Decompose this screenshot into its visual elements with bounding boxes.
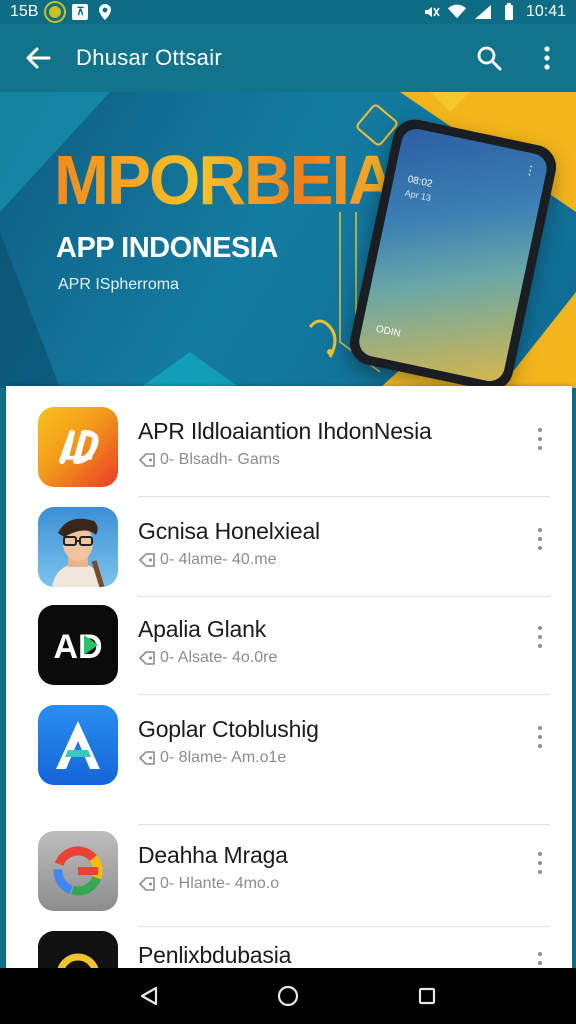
app-meta: 0- Hlante- 4mo.o [138, 875, 288, 893]
phone-bottom-text: ODIN [374, 323, 402, 340]
home-circle-icon [277, 985, 299, 1007]
item-more-button[interactable] [534, 852, 546, 874]
phone-time: 08:02 [406, 174, 434, 191]
app-meta: 0- Alsate- 4o.0re [138, 649, 277, 667]
app-meta-text: 0- Hlante- 4mo.o [160, 875, 280, 892]
mute-icon [422, 3, 440, 21]
app-texts: Penlixbdubasia [138, 942, 291, 968]
app-texts: Gcnisa Honelxieal 0- 4lame- 40.me [138, 518, 320, 569]
app-name: Gcnisa Honelxieal [138, 518, 320, 544]
app-name: Goplar Ctoblushig [138, 716, 319, 742]
overflow-menu-button[interactable] [518, 24, 576, 92]
search-button[interactable] [460, 24, 518, 92]
app-texts: Goplar Ctoblushig 0- 8lame- Am.o1e [138, 716, 319, 767]
app-meta-text: 0- Alsate- 4o.0re [160, 649, 278, 666]
app-icon-apr: ꟺ [38, 407, 118, 487]
more-vert-icon [544, 46, 550, 70]
phone-date: Apr 13 [403, 187, 432, 204]
banner-subtitle: APP INDONESIA [56, 232, 278, 264]
list-item[interactable]: Deahha Mraga 0- Hlante- 4mo.o [6, 810, 572, 911]
tag-icon [138, 751, 155, 765]
recents-square-icon [418, 987, 435, 1005]
search-icon [477, 46, 502, 71]
app-texts: APR Ildloaiantion IhdonNesia 0- Blsadh- … [138, 418, 432, 469]
app-name: Deahha Mraga [138, 842, 288, 868]
arrow-back-icon [26, 47, 51, 69]
promo-banner[interactable]: MPORBEIA! APP INDONESIA APR ISpherroma ⋮… [0, 92, 576, 388]
wifi-icon [447, 3, 466, 21]
list-item[interactable]: AD Apalia Glank 0- Alsate- 4o.0re [6, 584, 572, 685]
status-time-right: 10:41 [525, 3, 566, 20]
status-right: 10:41 [422, 3, 566, 21]
item-more-button[interactable] [534, 428, 546, 450]
app-notification-icon: ⊼ [72, 4, 89, 20]
list-item[interactable]: ꟺ APR Ildloaiantion IhdonNesia 0- Blsadh… [6, 386, 572, 487]
back-button[interactable] [0, 24, 76, 92]
app-bar: Dhusar Ottsair [0, 24, 576, 92]
location-icon [96, 3, 114, 21]
app-bar-title: Dhusar Ottsair [76, 45, 223, 70]
banner-caption: APR ISpherroma [58, 276, 179, 293]
notification-icon [46, 3, 65, 21]
system-nav-bar [0, 968, 576, 1024]
tag-icon [138, 453, 155, 467]
app-list: ꟺ APR Ildloaiantion IhdonNesia 0- Blsadh… [6, 386, 572, 968]
signal-icon [474, 3, 492, 21]
tag-icon [138, 651, 155, 665]
app-texts: Apalia Glank 0- Alsate- 4o.0re [138, 616, 277, 667]
app-meta: 0- 8lame- Am.o1e [138, 749, 319, 767]
app-name: APR Ildloaiantion IhdonNesia [138, 418, 432, 444]
app-icon-gcnisa [38, 507, 118, 587]
item-more-button[interactable] [534, 726, 546, 748]
nav-home-button[interactable] [260, 968, 316, 1024]
phone-menu-icon: ⋮ [522, 162, 538, 179]
app-name: Apalia Glank [138, 616, 267, 642]
item-more-button[interactable] [534, 952, 546, 968]
app-texts: Deahha Mraga 0- Hlante- 4mo.o [138, 842, 288, 893]
list-item[interactable]: Penlixbdubasia [6, 910, 572, 968]
status-left: 15B ⊼ [10, 3, 114, 21]
tag-icon [138, 553, 155, 567]
app-meta: 0- 4lame- 40.me [138, 551, 320, 569]
app-meta-text: 0- 8lame- Am.o1e [160, 749, 287, 766]
list-item[interactable]: Goplar Ctoblushig 0- 8lame- Am.o1e [6, 684, 572, 785]
app-icon-deahha [38, 831, 118, 911]
app-meta-text: 0- 4lame- 40.me [160, 551, 277, 568]
item-more-button[interactable] [534, 626, 546, 648]
status-time-left: 15B [10, 3, 39, 20]
nav-back-button[interactable] [121, 968, 177, 1024]
app-icon-goplar [38, 705, 118, 785]
nav-recents-button[interactable] [399, 968, 455, 1024]
app-icon-apalia: AD [38, 605, 118, 685]
app-meta: 0- Blsadh- Gams [138, 451, 432, 469]
battery-icon [500, 3, 518, 21]
app-name: Penlixbdubasia [138, 942, 292, 968]
app-meta-text: 0- Blsadh- Gams [160, 451, 281, 468]
tag-icon [138, 877, 155, 891]
item-more-button[interactable] [534, 528, 546, 550]
list-item[interactable]: Gcnisa Honelxieal 0- 4lame- 40.me [6, 486, 572, 587]
app-icon-penlix [38, 931, 118, 968]
status-bar: 15B ⊼ 10:41 [0, 0, 576, 24]
back-triangle-icon [141, 986, 158, 1006]
banner-headline: MPORBEIA! [54, 141, 416, 219]
